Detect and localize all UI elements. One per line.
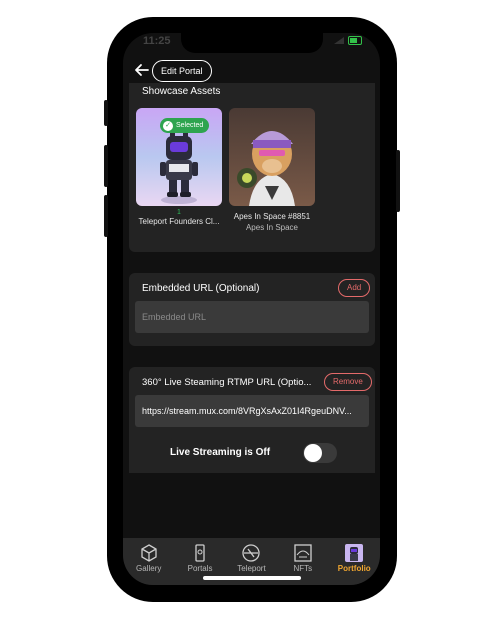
embedded-url-card: Embedded URL (Optional) Add Embedded URL — [129, 273, 375, 346]
live-streaming-card: 360° Live Steaming RTMP URL (Optio... Re… — [129, 367, 375, 473]
embedded-url-input[interactable]: Embedded URL — [135, 301, 369, 333]
gallery-cube-icon — [141, 544, 157, 562]
asset-number: 1 — [177, 209, 181, 216]
showcase-title: Showcase Assets — [142, 86, 221, 97]
asset-name: Apes In Space #8851 — [233, 212, 311, 221]
asset-apes-in-space[interactable]: Apes In Space #8851 Apes In Space — [229, 108, 315, 232]
mute-switch — [104, 100, 108, 126]
asset-image-ape — [229, 108, 315, 206]
portfolio-avatar-icon — [345, 544, 364, 562]
status-icons — [334, 36, 362, 45]
portals-icon — [195, 544, 205, 562]
live-streaming-title: 360° Live Steaming RTMP URL (Optio... — [142, 377, 312, 388]
nfts-icon — [294, 544, 312, 562]
app-screen: 11:25 Edit Portal Showcase Assets ✓ Sele… — [123, 33, 380, 585]
signal-icon — [334, 37, 344, 44]
rtmp-url-input[interactable]: https://stream.mux.com/8VRgXsAxZ01I4Rgeu… — [135, 395, 369, 427]
tab-label: Portfolio — [337, 564, 371, 573]
asset-name: Teleport Founders Cl... — [138, 217, 220, 226]
tab-gallery[interactable]: Gallery — [124, 542, 174, 585]
edit-portal-button[interactable]: Edit Portal — [152, 60, 212, 82]
power-button — [396, 150, 400, 212]
check-icon: ✓ — [163, 120, 173, 131]
battery-icon — [348, 36, 362, 45]
selected-badge: ✓ Selected — [160, 118, 210, 133]
asset-image-robot: ✓ Selected — [136, 108, 222, 206]
embedded-url-title: Embedded URL (Optional) — [142, 283, 260, 294]
tab-label: Gallery — [136, 564, 162, 573]
asset-teleport-founders[interactable]: ✓ Selected 1 Teleport Founders Cl... — [136, 108, 222, 226]
tab-portfolio[interactable]: Portfolio — [329, 542, 379, 585]
tab-label: NFTs — [293, 564, 313, 573]
live-streaming-status: Live Streaming is Off — [170, 447, 271, 458]
home-indicator — [203, 576, 301, 580]
tab-label: Portals — [187, 564, 213, 573]
live-streaming-toggle[interactable] — [303, 443, 337, 463]
teleport-icon — [242, 544, 261, 562]
back-arrow-icon[interactable] — [133, 61, 151, 79]
status-time: 11:25 — [143, 35, 171, 47]
volume-up-button — [104, 145, 108, 187]
notch — [181, 33, 323, 53]
tab-label: Teleport — [237, 564, 266, 573]
volume-down-button — [104, 195, 108, 237]
toggle-knob — [304, 444, 322, 462]
showcase-assets-card: Showcase Assets ✓ Selected 1 Teleport Fo… — [129, 83, 375, 252]
asset-collection: Apes In Space — [245, 223, 299, 232]
add-url-button[interactable]: Add — [338, 279, 371, 297]
remove-url-button[interactable]: Remove — [324, 373, 372, 391]
selected-label: Selected — [176, 122, 204, 129]
ape-nft-image — [229, 108, 315, 206]
